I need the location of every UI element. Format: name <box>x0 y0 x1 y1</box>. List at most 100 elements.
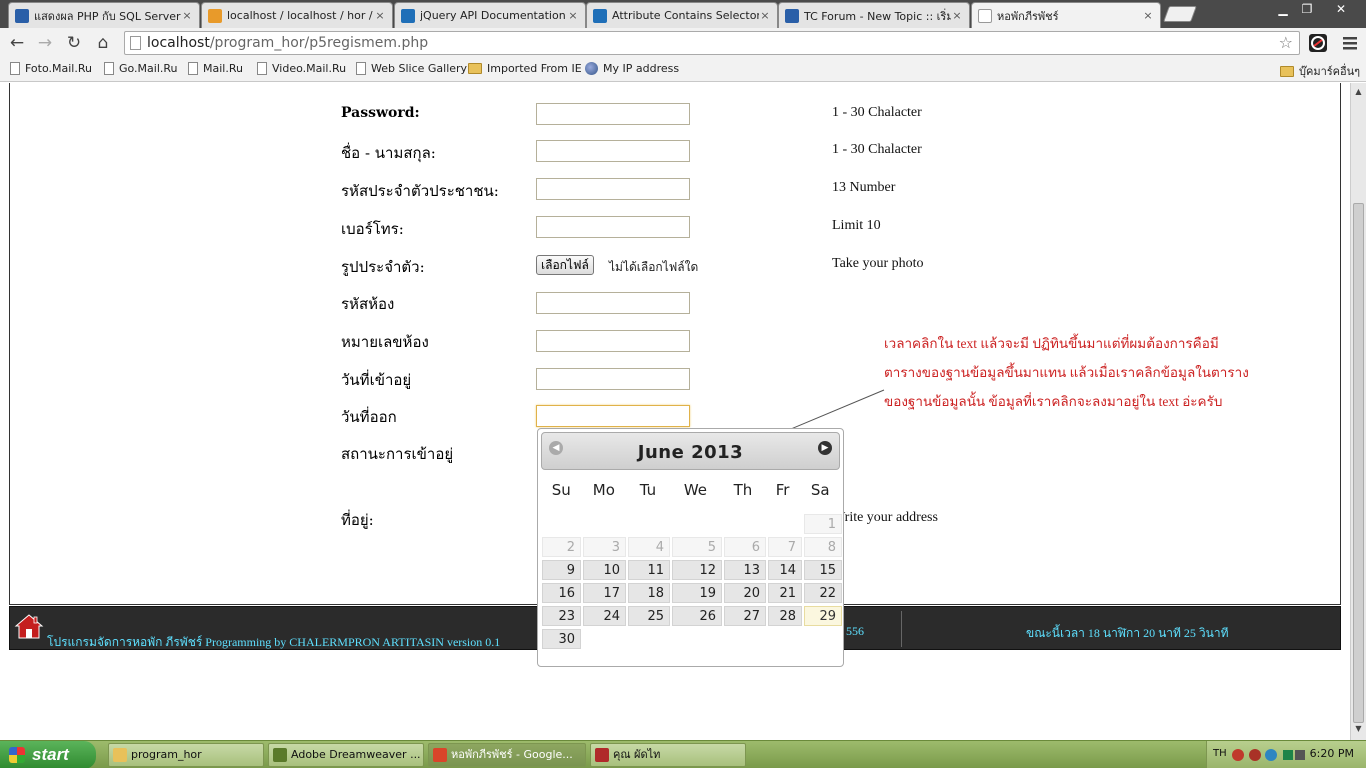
room-code-input[interactable] <box>536 292 690 314</box>
extension-icon[interactable] <box>1308 33 1328 53</box>
fullname-input[interactable] <box>536 140 690 162</box>
start-label: start <box>32 745 69 764</box>
calendar-day[interactable]: 15 <box>804 560 842 580</box>
minimize-icon[interactable]: ▁ <box>1272 2 1294 16</box>
datepicker-title: June 2013 <box>637 442 744 463</box>
menu-icon[interactable] <box>1340 33 1360 53</box>
taskbar-task[interactable]: คุณ ผัดไท <box>590 743 746 767</box>
calendar-day[interactable]: 5 <box>672 537 722 557</box>
language-indicator[interactable]: TH <box>1213 748 1227 759</box>
bookmark-item[interactable]: Imported From IE <box>468 62 582 75</box>
annotation-note: เวลาคลิกใน text แล้วจะมี ปฏิทินขึ้นมาแต่… <box>884 336 1249 409</box>
calendar-day[interactable]: 2 <box>542 537 581 557</box>
browser-tab[interactable]: TC Forum - New Topic :: เริ่ม × <box>778 2 970 28</box>
calendar-day[interactable]: 23 <box>542 606 581 626</box>
calendar-day[interactable]: 19 <box>672 583 722 603</box>
calendar-day[interactable]: 22 <box>804 583 842 603</box>
bookmark-star-icon[interactable]: ☆ <box>1279 32 1293 54</box>
calendar-day[interactable]: 14 <box>768 560 802 580</box>
calendar-day[interactable]: 20 <box>724 583 766 603</box>
tab-title: หอพักภีรพัชร์ <box>997 9 1059 23</box>
calendar-day[interactable]: 11 <box>628 560 670 580</box>
checkin-date-input[interactable] <box>536 368 690 390</box>
tab-close-icon[interactable]: × <box>181 9 193 22</box>
calendar-day[interactable]: 30 <box>542 629 581 649</box>
taskbar-task[interactable]: Adobe Dreamweaver ... <box>268 743 424 767</box>
bookmark-item[interactable]: My IP address <box>585 62 679 75</box>
home-icon[interactable]: ⌂ <box>92 32 114 54</box>
browser-tab[interactable]: localhost / localhost / hor / m × <box>201 2 393 28</box>
tab-favicon-icon <box>15 8 29 23</box>
other-bookmarks[interactable]: บุ๊คมาร์คอื่นๆ <box>1280 62 1360 80</box>
new-tab-button[interactable] <box>1163 6 1197 22</box>
calendar-day[interactable]: 9 <box>542 560 581 580</box>
idcard-input[interactable] <box>536 178 690 200</box>
scrollbar-thumb[interactable] <box>1353 203 1364 723</box>
tab-favicon-icon <box>401 8 415 23</box>
bookmark-label: Foto.Mail.Ru <box>25 62 92 75</box>
back-arrow-icon[interactable]: ← <box>6 32 28 54</box>
globe-icon <box>585 62 598 75</box>
choose-file-button[interactable]: เลือกไฟล์ <box>536 255 594 275</box>
calendar-day[interactable]: 21 <box>768 583 802 603</box>
bookmark-item[interactable]: Go.Mail.Ru <box>104 62 178 75</box>
calendar-day[interactable]: 8 <box>804 537 842 557</box>
taskbar-task[interactable]: program_hor <box>108 743 264 767</box>
browser-tab[interactable]: แสดงผล PHP กับ SQL Server × <box>8 2 200 28</box>
calendar-day[interactable]: 1 <box>804 514 842 534</box>
tab-title: Attribute Contains Selector [ <box>612 9 759 22</box>
tab-close-icon[interactable]: × <box>1142 9 1154 22</box>
calendar-week: 30 <box>541 628 843 651</box>
start-button[interactable]: start <box>0 741 96 768</box>
tab-close-icon[interactable]: × <box>374 9 386 22</box>
browser-tab[interactable]: หอพักภีรพัชร์ × <box>971 2 1161 28</box>
scroll-up-icon[interactable]: ▲ <box>1353 86 1364 98</box>
browser-tab[interactable]: Attribute Contains Selector [× <box>586 2 778 28</box>
taskbar-task[interactable]: หอพักภีรพัชร์ - Google... <box>428 743 586 767</box>
bookmark-item[interactable]: Foto.Mail.Ru <box>10 62 92 75</box>
bookmark-item[interactable]: Web Slice Gallery <box>356 62 467 75</box>
task-label: Adobe Dreamweaver ... <box>291 748 421 761</box>
close-window-icon[interactable]: ✕ <box>1330 2 1352 16</box>
bookmark-item[interactable]: Mail.Ru <box>188 62 243 75</box>
tray-icons[interactable] <box>1231 748 1307 762</box>
calendar-day[interactable]: 12 <box>672 560 722 580</box>
calendar-day[interactable]: 7 <box>768 537 802 557</box>
page-scrollbar[interactable]: ▲ ▼ <box>1350 83 1366 740</box>
calendar-day[interactable]: 16 <box>542 583 581 603</box>
calendar-day[interactable]: 25 <box>628 606 670 626</box>
calendar-day[interactable]: 4 <box>628 537 670 557</box>
tab-close-icon[interactable]: × <box>567 9 579 22</box>
bookmark-item[interactable]: Video.Mail.Ru <box>257 62 346 75</box>
checkout-date-input[interactable] <box>536 405 690 427</box>
calendar-day[interactable]: 10 <box>583 560 626 580</box>
calendar-day[interactable]: 26 <box>672 606 722 626</box>
password-input[interactable] <box>536 103 690 125</box>
calendar-day[interactable]: 3 <box>583 537 626 557</box>
forward-arrow-icon[interactable]: → <box>34 32 56 54</box>
tab-close-icon[interactable]: × <box>759 9 771 22</box>
address-bar[interactable]: localhost/program_hor/p5regismem.php ☆ <box>124 31 1300 55</box>
browser-tab-strip: แสดงผล PHP กับ SQL Server × localhost / lo… <box>0 0 1366 28</box>
phone-input[interactable] <box>536 216 690 238</box>
photo-hint: Take your photo <box>832 256 924 271</box>
scroll-down-icon[interactable]: ▼ <box>1353 723 1364 735</box>
room-number-input[interactable] <box>536 330 690 352</box>
next-month-icon[interactable]: ▶ <box>818 441 832 455</box>
calendar-day[interactable]: 28 <box>768 606 802 626</box>
calendar-day[interactable]: 29 <box>804 606 842 626</box>
reload-icon[interactable]: ↻ <box>63 32 85 54</box>
calendar-empty-cell <box>672 514 722 534</box>
calendar-day[interactable]: 24 <box>583 606 626 626</box>
calendar-day[interactable]: 17 <box>583 583 626 603</box>
calendar-empty-cell <box>672 629 722 649</box>
tab-close-icon[interactable]: × <box>951 9 963 22</box>
other-bookmarks-label: บุ๊คมาร์คอื่นๆ <box>1299 65 1361 78</box>
calendar-day[interactable]: 18 <box>628 583 670 603</box>
calendar-day[interactable]: 27 <box>724 606 766 626</box>
restore-icon[interactable]: ❐ <box>1296 2 1318 16</box>
browser-tab[interactable]: jQuery API Documentation × <box>394 2 586 28</box>
weekday-header: We <box>683 481 708 499</box>
calendar-day[interactable]: 13 <box>724 560 766 580</box>
calendar-day[interactable]: 6 <box>724 537 766 557</box>
